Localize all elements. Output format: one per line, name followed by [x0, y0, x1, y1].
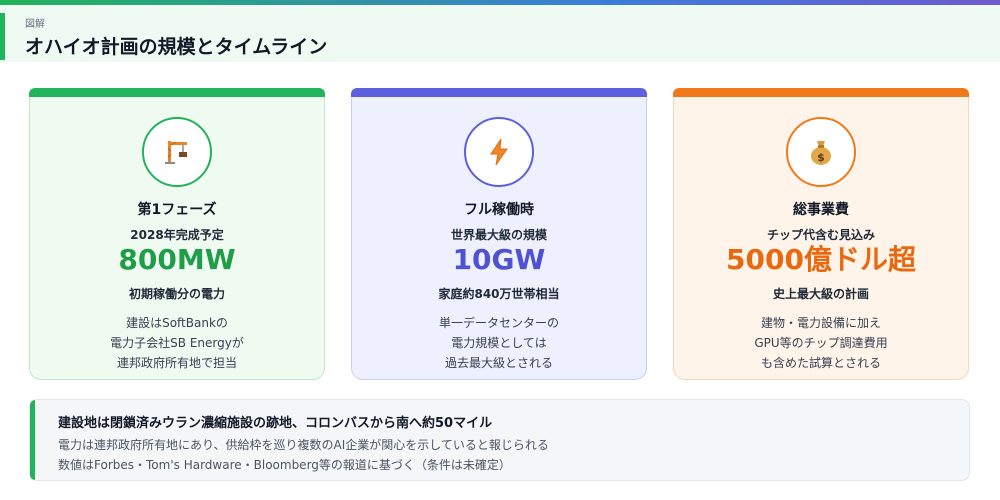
card-heading: 総事業費 [793, 202, 849, 218]
money-bag-icon: $ [786, 117, 856, 187]
card-subheading: チップ代含む見込み [766, 228, 875, 242]
card-description: 建設はSoftBankの 電力子会社SB Energyが 連邦政府所有地で担当 [40, 313, 314, 373]
card-subheading: 世界最大級の規模 [450, 228, 547, 242]
crane-icon [142, 117, 212, 187]
desc-line: 電力子会社SB Energyが [110, 336, 244, 350]
desc-line: 連邦政府所有地で担当 [116, 356, 237, 370]
card-full-operation: フル稼働時 世界最大級の規模 10GW 家庭約840万世帯相当 単一データセンタ… [351, 88, 647, 380]
desc-line: 過去最大級とされる [444, 356, 553, 370]
card-note: 初期稼働分の電力 [128, 287, 225, 301]
info-box: 建設地は閉鎖済みウラン濃縮施設の跡地、コロンバスから南へ約50マイル 電力は連邦… [29, 399, 970, 481]
card-big-value: 5000億ドル超 [726, 243, 916, 276]
header-label: 図解 [25, 19, 45, 30]
card-total-cost: $ 総事業費 チップ代含む見込み 5000億ドル超 史上最大級の計画 建物・電力… [673, 88, 969, 380]
desc-line: 電力規模としては [451, 336, 547, 350]
lightning-icon [464, 117, 534, 187]
card-description: 建物・電力設備に加え GPU等のチップ調達費用 も含めた試算とされる [684, 313, 958, 373]
card-big-value: 10GW [452, 243, 546, 276]
info-source: 数値はForbes・Tom's Hardware・Bloomberg等の報道に基… [58, 458, 511, 472]
desc-line: も含めた試算とされる [760, 356, 881, 370]
card-note: 家庭約840万世帯相当 [438, 287, 560, 301]
desc-line: 単一データセンターの [438, 316, 559, 330]
desc-line: 建設はSoftBankの [126, 316, 228, 330]
card-description: 単一データセンターの 電力規模としては 過去最大級とされる [362, 313, 636, 373]
info-accent-bar [30, 400, 35, 480]
card-note: 史上最大級の計画 [772, 287, 869, 301]
card-subheading: 2028年完成予定 [130, 228, 224, 242]
card-cap [29, 88, 325, 97]
card-cap [351, 88, 647, 97]
card-cap [673, 88, 969, 97]
info-headline: 建設地は閉鎖済みウラン濃縮施設の跡地、コロンバスから南へ約50マイル [58, 416, 493, 431]
card-big-value: 800MW [118, 243, 236, 276]
card-heading: 第1フェーズ [137, 202, 217, 218]
info-detail: 電力は連邦政府所有地にあり、供給枠を巡り複数のAI企業が関心を示していると報じら… [58, 438, 549, 452]
desc-line: GPU等のチップ調達費用 [754, 336, 888, 350]
desc-line: 建物・電力設備に加え [760, 316, 881, 330]
page-title: オハイオ計画の規模とタイムライン [25, 36, 328, 58]
page-header: 図解 オハイオ計画の規模とタイムライン [0, 5, 1000, 62]
svg-text:$: $ [817, 151, 825, 164]
card-heading: フル稼働時 [464, 202, 534, 218]
card-phase1: 第1フェーズ 2028年完成予定 800MW 初期稼働分の電力 建設はSoftB… [29, 88, 325, 380]
header-accent [0, 13, 5, 60]
